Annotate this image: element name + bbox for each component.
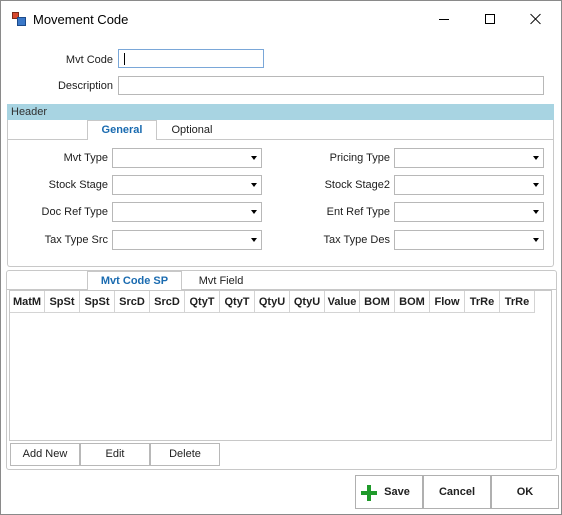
cancel-button[interactable]: Cancel (423, 475, 491, 509)
chevron-down-icon (251, 238, 257, 242)
save-button-label: Save (384, 486, 410, 498)
close-icon (530, 13, 542, 25)
grid-column-header[interactable]: QtyT (220, 291, 255, 313)
mvt-type-label: Mvt Type (63, 152, 108, 164)
description-label: Description (57, 80, 113, 92)
app-icon (12, 12, 26, 26)
mvt-code-sp-grid[interactable]: MatM SpSt SpSt SrcD SrcD QtyT QtyT QtyU QtyU Valu… (9, 290, 552, 441)
close-button[interactable] (513, 1, 559, 37)
grid-column-header[interactable]: BOM (360, 291, 395, 313)
tab-optional[interactable]: Optional (159, 121, 225, 141)
chevron-down-icon (251, 183, 257, 187)
chevron-down-icon (533, 183, 539, 187)
ent-ref-type-label: Ent Ref Type (326, 206, 390, 218)
grid-column-header[interactable]: QtyU (255, 291, 290, 313)
window-title: Movement Code (33, 12, 129, 27)
mvt-code-input[interactable] (118, 49, 264, 68)
grid-column-header[interactable]: SpSt (45, 291, 80, 313)
tax-type-des-label: Tax Type Des (323, 234, 390, 246)
grid-column-header[interactable]: QtyU (290, 291, 325, 313)
delete-button[interactable]: Delete (150, 443, 220, 466)
header-section-title: Header (11, 106, 48, 118)
cancel-button-label: Cancel (438, 486, 476, 498)
grid-column-header[interactable]: TrRe (465, 291, 500, 313)
description-input[interactable] (118, 76, 544, 95)
chevron-down-icon (533, 238, 539, 242)
tax-type-des-combo[interactable] (394, 230, 544, 250)
title-bar[interactable]: Movement Code (1, 1, 561, 37)
grid-column-header[interactable]: SpSt (80, 291, 115, 313)
stock-stage-label: Stock Stage (48, 179, 108, 191)
grid-column-header[interactable]: SrcD (150, 291, 185, 313)
tab-mvt-code-sp[interactable]: Mvt Code SP (87, 271, 182, 291)
chevron-down-icon (251, 210, 257, 214)
chevron-down-icon (533, 156, 539, 160)
tax-type-src-label: Tax Type Src (44, 234, 108, 246)
ok-button[interactable]: OK (491, 475, 559, 509)
grid-column-header[interactable]: SrcD (115, 291, 150, 313)
header-section-bar: Header (7, 104, 554, 120)
chevron-down-icon (251, 156, 257, 160)
tab-mvt-field[interactable]: Mvt Field (184, 272, 258, 292)
tax-type-src-combo[interactable] (112, 230, 262, 250)
add-new-button[interactable]: Add New (10, 443, 80, 466)
pricing-type-combo[interactable] (394, 148, 544, 168)
grid-column-header[interactable]: TrRe (500, 291, 535, 313)
mvt-type-combo[interactable] (112, 148, 262, 168)
chevron-down-icon (533, 210, 539, 214)
text-caret (124, 53, 125, 65)
grid-column-header[interactable]: MatM (10, 291, 45, 313)
minimize-button[interactable] (421, 1, 467, 37)
tab-general[interactable]: General (87, 120, 157, 140)
save-button[interactable]: Save (355, 475, 423, 509)
stock-stage-combo[interactable] (112, 175, 262, 195)
grid-column-header[interactable]: QtyT (185, 291, 220, 313)
grid-column-header[interactable]: BOM (395, 291, 430, 313)
movement-code-window: Movement Code Mvt Code Description Heade… (0, 0, 562, 515)
grid-column-header[interactable]: Flow (430, 291, 465, 313)
doc-ref-type-label: Doc Ref Type (41, 206, 108, 218)
minimize-icon (439, 18, 449, 20)
stock-stage2-combo[interactable] (394, 175, 544, 195)
maximize-icon (485, 14, 495, 24)
ok-button-label: OK (516, 486, 534, 498)
stock-stage2-label: Stock Stage2 (324, 179, 390, 191)
ent-ref-type-combo[interactable] (394, 202, 544, 222)
mvt-code-label: Mvt Code (65, 54, 113, 66)
pricing-type-label: Pricing Type (329, 152, 390, 164)
doc-ref-type-combo[interactable] (112, 202, 262, 222)
maximize-button[interactable] (467, 1, 513, 37)
edit-button[interactable]: Edit (80, 443, 150, 466)
grid-column-header[interactable]: Value (325, 291, 360, 313)
